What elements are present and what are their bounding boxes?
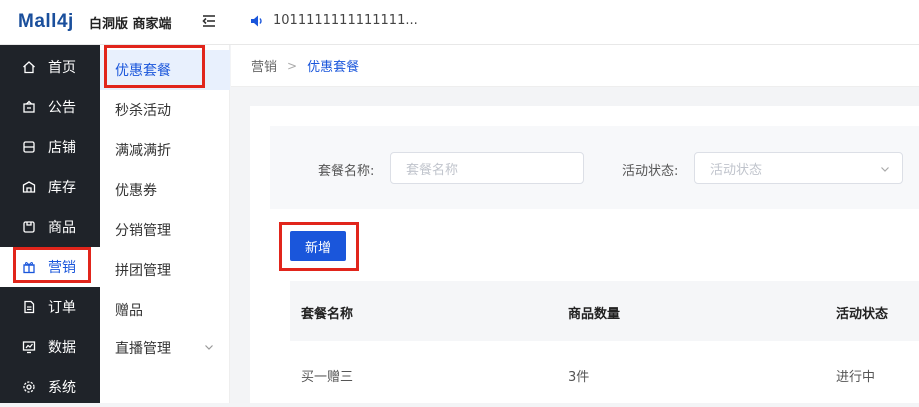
app-subtitle: 白洞版 商家端 [89, 17, 172, 32]
product-icon [23, 221, 35, 233]
sidebar-item-label: 数据 [48, 340, 76, 356]
main-sidebar: 首页 公告 店铺 库存 商品 营销 订单 数据 系统 [0, 45, 100, 403]
sidebar-item-label: 营销 [48, 260, 76, 276]
sidebar-item-label: 首页 [48, 60, 76, 76]
submenu-item-flash-sale[interactable]: 秒杀活动 [100, 90, 230, 130]
chevron-down-icon [205, 345, 213, 350]
speaker-icon [251, 15, 262, 27]
bundle-name-placeholder: 套餐名称 [406, 162, 459, 178]
announcement-icon [23, 100, 35, 113]
chevron-right-icon: > [287, 58, 298, 73]
submenu-item-discount[interactable]: 满减满折 [100, 130, 230, 170]
sidebar-item-label: 公告 [48, 100, 76, 116]
activity-status-select[interactable]: 活动状态 [694, 152, 903, 184]
order-icon [24, 300, 35, 314]
sidebar-item-label: 店铺 [48, 140, 76, 156]
submenu-item-bundle[interactable]: 优惠套餐 [100, 50, 230, 90]
marketing-submenu: 优惠套餐 秒杀活动 满减满折 优惠券 分销管理 拼团管理 赠品 直播管理 [100, 45, 230, 403]
submenu-item-group-buy[interactable]: 拼团管理 [100, 250, 230, 290]
sidebar-item-label: 订单 [48, 300, 76, 316]
submenu-item-live[interactable]: 直播管理 [100, 328, 230, 368]
column-header-name: 套餐名称 [301, 307, 354, 322]
gift-icon [23, 262, 35, 274]
top-bar: Mall4j 白洞版 商家端 1011111111111111... [0, 0, 919, 45]
sidebar-item-marketing[interactable]: 营销 [0, 247, 100, 287]
add-button[interactable]: 新增 [290, 231, 346, 261]
sidebar-item-home[interactable]: 首页 [0, 47, 100, 87]
warehouse-icon [22, 181, 36, 193]
search-panel: 套餐名称: 套餐名称 活动状态: 活动状态 [270, 126, 919, 209]
sidebar-item-product[interactable]: 商品 [0, 207, 100, 247]
bundle-name-label: 套餐名称: [318, 164, 375, 179]
sidebar-item-announcement[interactable]: 公告 [0, 87, 100, 127]
sidebar-item-label: 商品 [48, 220, 76, 236]
submenu-item-gift[interactable]: 赠品 [100, 290, 230, 330]
submenu-item-distribution[interactable]: 分销管理 [100, 210, 230, 250]
cell-product-quantity: 3件 [568, 370, 590, 385]
gear-icon [23, 381, 35, 393]
sidebar-item-store[interactable]: 店铺 [0, 127, 100, 167]
sidebar-item-warehouse[interactable]: 库存 [0, 167, 100, 207]
menu-collapse-icon[interactable] [200, 12, 218, 30]
submenu-item-label: 直播管理 [115, 341, 171, 357]
activity-status-placeholder: 活动状态 [710, 162, 763, 178]
breadcrumb-item-marketing[interactable]: 营销 [251, 56, 277, 75]
cell-bundle-name: 买一赠三 [301, 370, 354, 385]
sidebar-item-label: 库存 [48, 180, 76, 196]
sidebar-item-label: 系统 [48, 380, 76, 396]
data-icon [22, 341, 36, 354]
submenu-item-coupon[interactable]: 优惠券 [100, 170, 230, 210]
column-header-status: 活动状态 [836, 307, 889, 322]
cell-activity-status: 进行中 [836, 370, 876, 385]
table-row[interactable]: 买一赠三 3件 进行中 [290, 341, 919, 403]
home-icon [23, 61, 35, 74]
breadcrumb-item-current: 优惠套餐 [307, 60, 360, 75]
sidebar-item-system[interactable]: 系统 [0, 367, 100, 407]
sidebar-item-order[interactable]: 订单 [0, 287, 100, 327]
bundle-name-input[interactable]: 套餐名称 [390, 152, 584, 184]
breadcrumb: 营销 > 优惠套餐 [231, 45, 919, 87]
notice-text[interactable]: 1011111111111111... [273, 13, 418, 28]
brand-logo: Mall4j [18, 11, 74, 32]
store-icon [23, 141, 35, 153]
activity-status-label: 活动状态: [622, 164, 679, 179]
sidebar-item-data[interactable]: 数据 [0, 327, 100, 367]
table-header: 套餐名称 商品数量 活动状态 [290, 281, 919, 341]
column-header-quantity: 商品数量 [568, 307, 621, 322]
chevron-down-icon [881, 167, 889, 172]
